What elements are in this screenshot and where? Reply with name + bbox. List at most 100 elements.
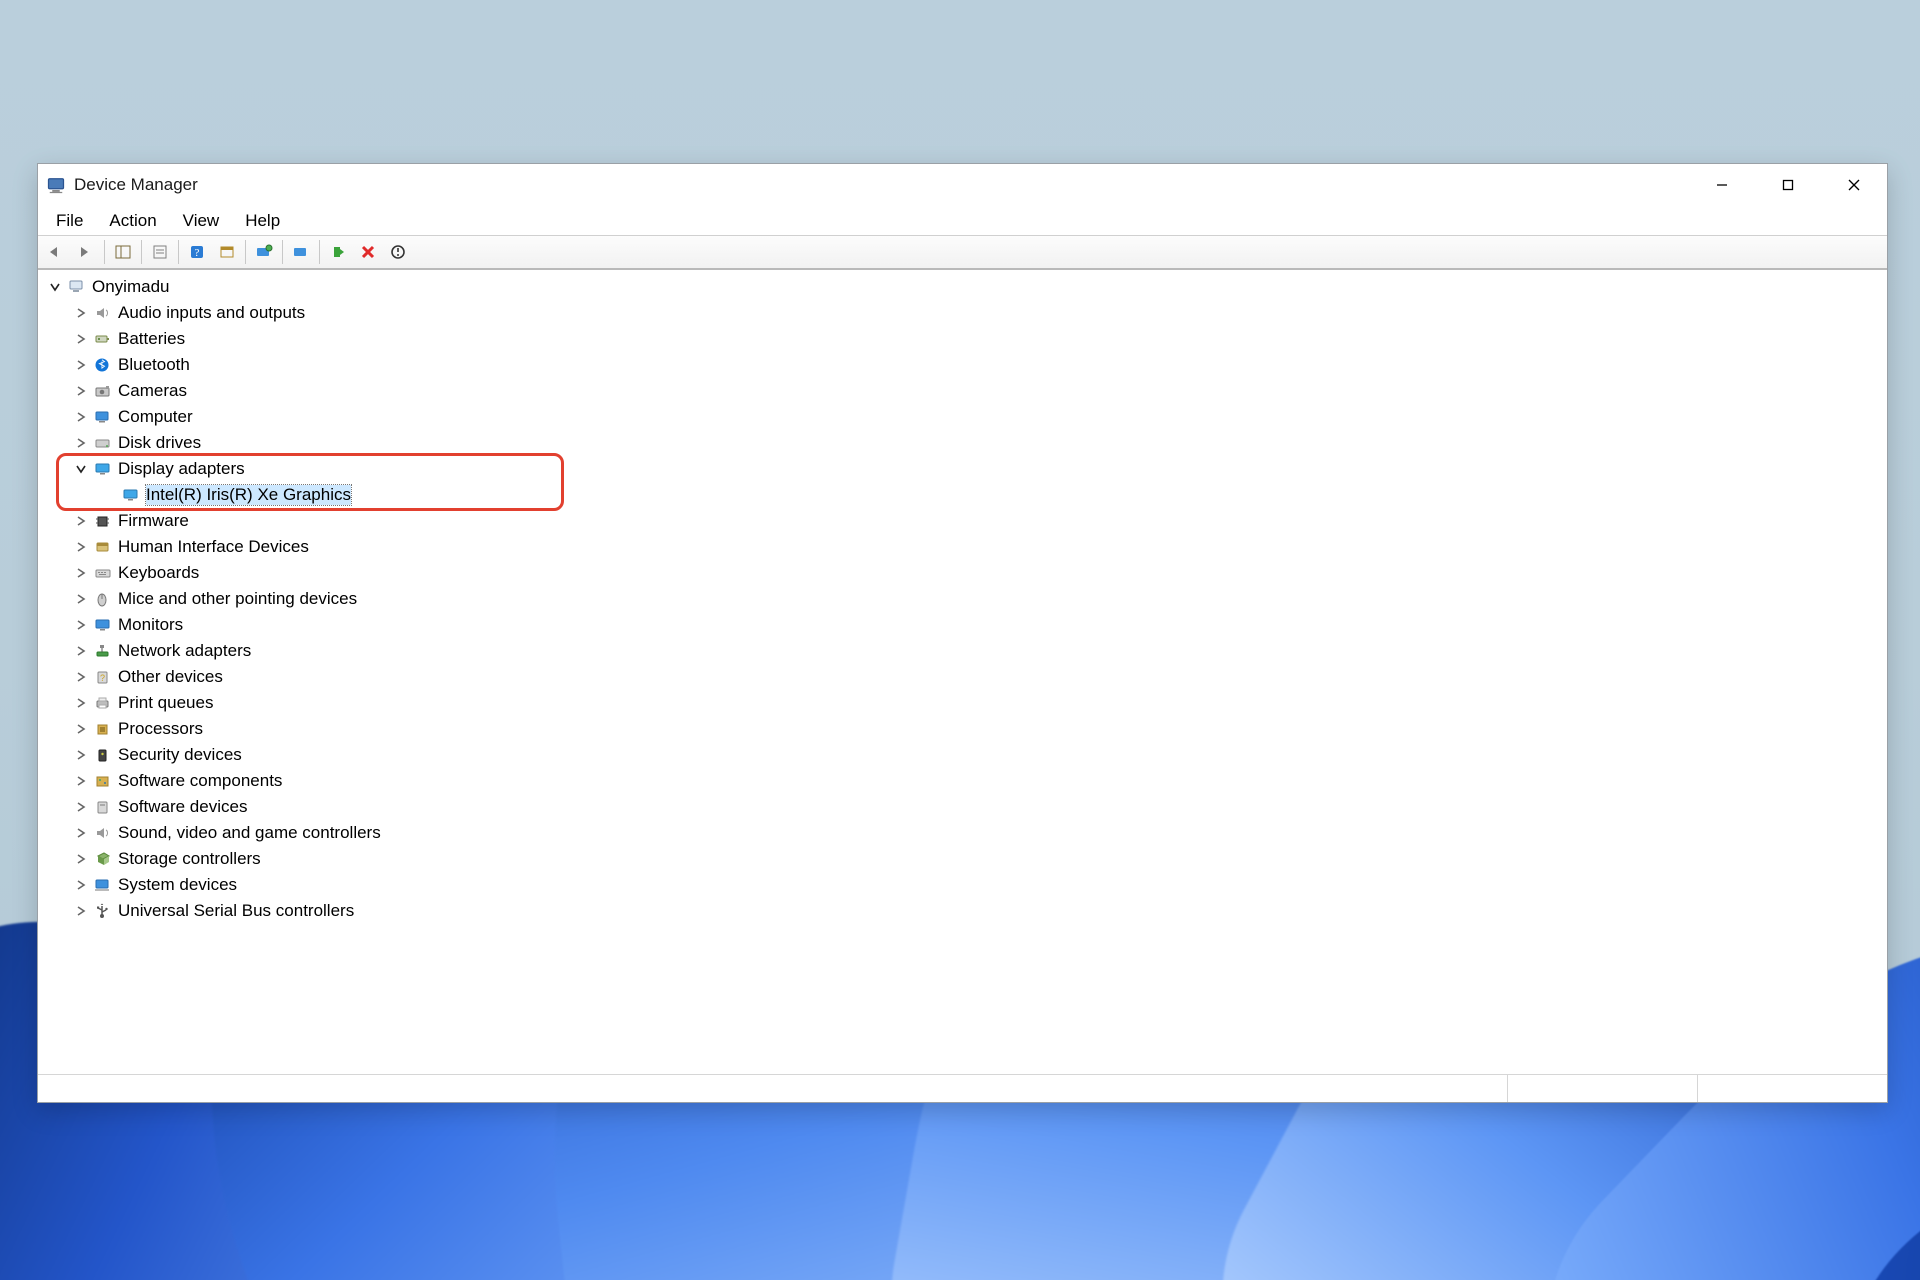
tree-category-label: Other devices [118,667,223,687]
chevron-right-icon[interactable] [72,590,90,608]
tree-category-node[interactable]: Software devices [40,794,1887,820]
chevron-down-icon[interactable] [72,460,90,478]
tree-category-node[interactable]: Monitors [40,612,1887,638]
menu-view[interactable]: View [171,209,232,233]
chevron-right-icon[interactable] [72,902,90,920]
chevron-right-icon[interactable] [72,772,90,790]
softdev-icon [92,798,114,816]
unknown-icon: ? [92,668,114,686]
battery-icon [92,330,114,348]
chevron-right-icon[interactable] [72,434,90,452]
tree-category-node[interactable]: Universal Serial Bus controllers [40,898,1887,924]
toolbar-separator [282,240,283,264]
tree-category-node[interactable]: Software components [40,768,1887,794]
chevron-right-icon[interactable] [72,564,90,582]
window-minimize-button[interactable] [1689,164,1755,205]
toolbar-back-button[interactable] [42,238,70,266]
tree-category-label: Keyboards [118,563,199,583]
toolbar-disable-device-button[interactable] [384,238,412,266]
tree-category-label: Bluetooth [118,355,190,375]
toolbar-show-hide-tree-button[interactable] [109,238,137,266]
tree-category-label: Network adapters [118,641,251,661]
chevron-right-icon[interactable] [72,798,90,816]
chevron-right-icon[interactable] [72,382,90,400]
tree-root-node[interactable]: Onyimadu [40,274,1887,300]
disk-icon [92,434,114,452]
tree-category-node[interactable]: Audio inputs and outputs [40,300,1887,326]
system-icon [92,876,114,894]
menu-file[interactable]: File [44,209,95,233]
chevron-right-icon[interactable] [72,746,90,764]
tree-category-label: Print queues [118,693,213,713]
cpu-icon [92,720,114,738]
toolbar-uninstall-device-button[interactable] [354,238,382,266]
computer-icon [92,408,114,426]
tree-category-node[interactable]: Computer [40,404,1887,430]
chevron-right-icon[interactable] [72,538,90,556]
network-icon [92,642,114,660]
chevron-right-icon[interactable] [72,642,90,660]
tree-category-node[interactable]: Processors [40,716,1887,742]
tree-category-node[interactable]: Cameras [40,378,1887,404]
tree-category-label: Processors [118,719,203,739]
chevron-right-icon[interactable] [72,616,90,634]
toolbar-separator [141,240,142,264]
toolbar-forward-button[interactable] [72,238,100,266]
tree-category-node[interactable]: Security devices [40,742,1887,768]
window-close-button[interactable] [1821,164,1887,205]
speaker-icon [92,304,114,322]
tree-category-label: Human Interface Devices [118,537,309,557]
tree-category-node[interactable]: Disk drives [40,430,1887,456]
usb-icon [92,902,114,920]
chevron-right-icon[interactable] [72,720,90,738]
monitor-icon [92,616,114,634]
menu-action[interactable]: Action [97,209,168,233]
tree-category-node[interactable]: Mice and other pointing devices [40,586,1887,612]
toolbar-enable-device-button[interactable] [324,238,352,266]
tree-category-node[interactable]: Human Interface Devices [40,534,1887,560]
toolbar-scan-hardware-button[interactable] [250,238,278,266]
svg-text:?: ? [100,673,105,683]
tree-category-label: Software devices [118,797,247,817]
chevron-right-icon[interactable] [72,824,90,842]
chevron-right-icon[interactable] [72,512,90,530]
window-maximize-button[interactable] [1755,164,1821,205]
window-titlebar[interactable]: Device Manager [38,164,1887,206]
chevron-down-icon[interactable] [46,278,64,296]
chevron-right-icon[interactable] [72,876,90,894]
camera-icon [92,382,114,400]
tree-category-node[interactable]: Print queues [40,690,1887,716]
chevron-right-icon[interactable] [72,408,90,426]
tree-category-label: System devices [118,875,237,895]
chevron-right-icon[interactable] [72,668,90,686]
chevron-right-icon[interactable] [72,356,90,374]
tree-category-node[interactable]: System devices [40,872,1887,898]
display-icon [92,460,114,478]
tree-category-label: Universal Serial Bus controllers [118,901,354,921]
tree-category-node[interactable]: Bluetooth [40,352,1887,378]
tree-category-node[interactable]: Sound, video and game controllers [40,820,1887,846]
tree-category-node[interactable]: Network adapters [40,638,1887,664]
tree-device-node[interactable]: Intel(R) Iris(R) Xe Graphics [40,482,1887,508]
toolbar-update-driver-button[interactable] [287,238,315,266]
toolbar-properties-button[interactable] [146,238,174,266]
toolbar-action-button[interactable] [213,238,241,266]
tree-category-node[interactable]: Keyboards [40,560,1887,586]
computer-root-icon [66,278,88,296]
chevron-right-icon[interactable] [72,694,90,712]
chevron-right-icon[interactable] [72,850,90,868]
tree-category-label: Monitors [118,615,183,635]
toolbar-help-button[interactable]: ? [183,238,211,266]
device-tree[interactable]: OnyimaduAudio inputs and outputsBatterie… [38,270,1887,1074]
menu-help[interactable]: Help [233,209,292,233]
toolbar-separator [319,240,320,264]
tree-category-node[interactable]: Firmware [40,508,1887,534]
tree-category-label: Disk drives [118,433,201,453]
tree-category-node[interactable]: Display adapters [40,456,1887,482]
tree-category-node[interactable]: Batteries [40,326,1887,352]
tree-category-node[interactable]: Storage controllers [40,846,1887,872]
chevron-right-icon[interactable] [72,330,90,348]
tree-category-node[interactable]: ? Other devices [40,664,1887,690]
sound-icon [92,824,114,842]
chevron-right-icon[interactable] [72,304,90,322]
